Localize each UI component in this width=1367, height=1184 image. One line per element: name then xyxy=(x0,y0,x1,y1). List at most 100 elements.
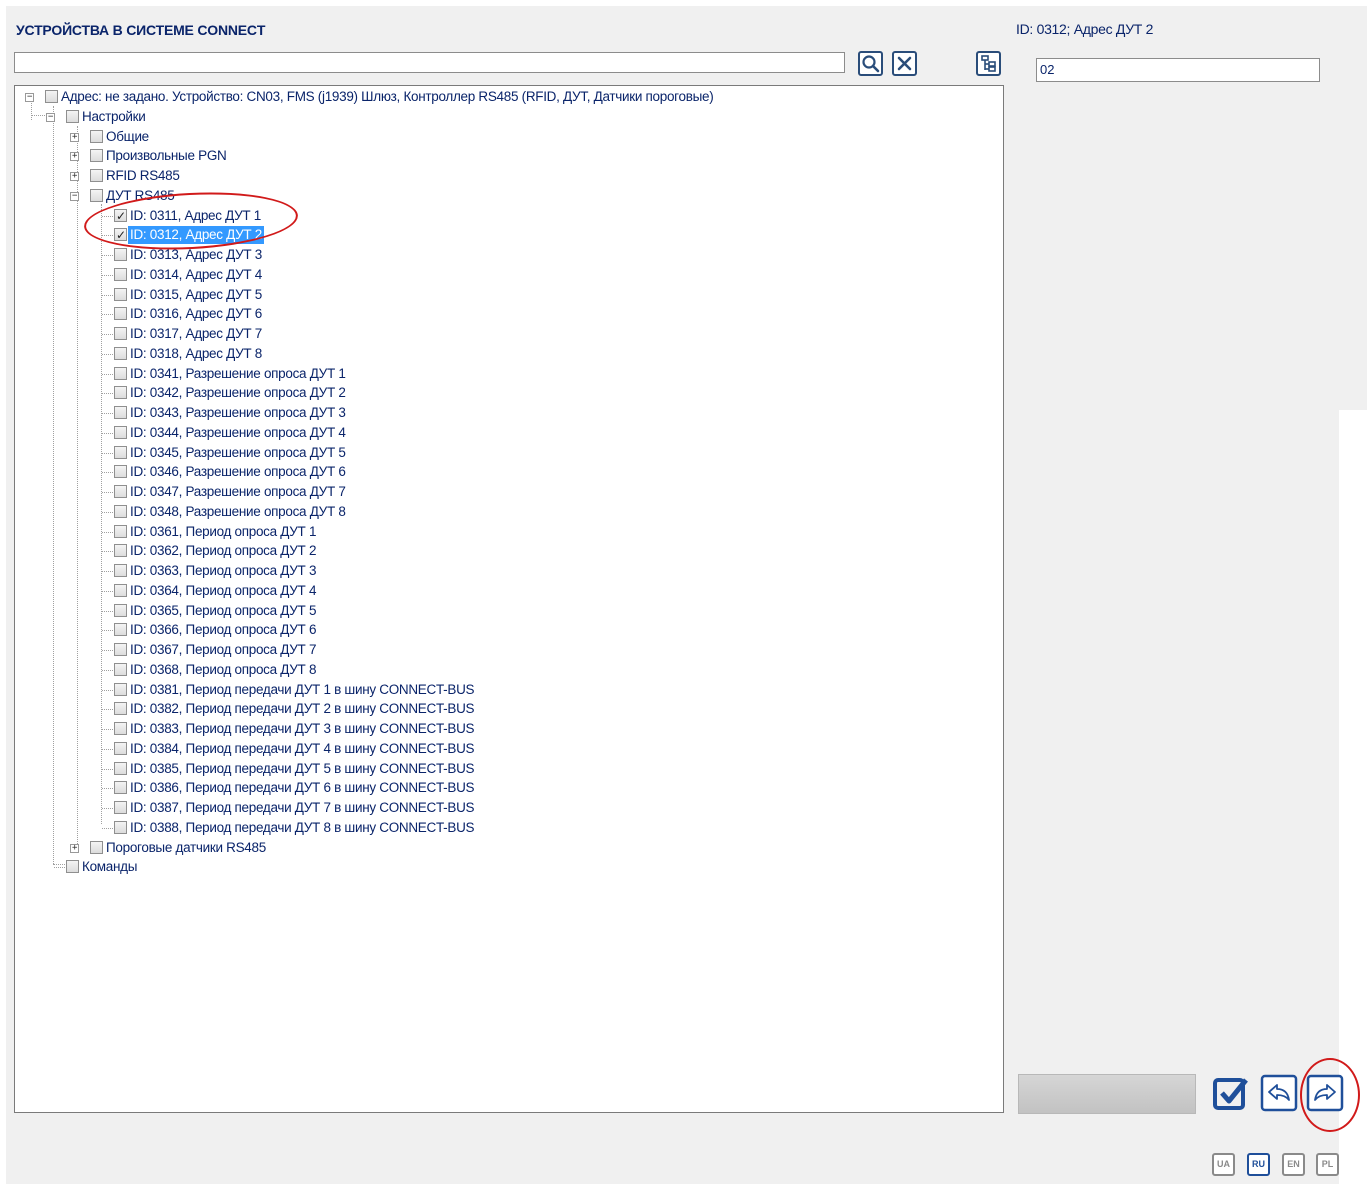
tree-node[interactable]: + Произвольные PGN xyxy=(15,147,1003,165)
tree-checkbox[interactable] xyxy=(90,129,103,143)
tree-item[interactable]: ID: 0363, Период опроса ДУТ 3 xyxy=(15,562,1003,580)
language-button-ru[interactable]: RU xyxy=(1247,1153,1270,1176)
tree-checkbox[interactable] xyxy=(114,248,127,261)
tree-item[interactable]: ID: 0381, Период передачи ДУТ 1 в шину C… xyxy=(15,681,1003,699)
tree-checkbox[interactable] xyxy=(114,643,127,656)
tree-item[interactable]: ID: 0368, Период опроса ДУТ 8 xyxy=(15,661,1003,679)
apply-button[interactable] xyxy=(1212,1074,1250,1112)
expand-toggle[interactable]: + xyxy=(70,152,79,162)
collapse-toggle[interactable]: − xyxy=(46,112,55,122)
parameter-value-field[interactable]: 02 xyxy=(1036,58,1320,82)
tree-node[interactable]: + Пороговые датчики RS485 xyxy=(15,839,1003,857)
tree-node[interactable]: − Адрес: не задано. Устройство: CN03, FMS… xyxy=(15,88,1003,106)
language-button-en[interactable]: EN xyxy=(1282,1153,1305,1176)
tree-item[interactable]: ID: 0345, Разрешение опроса ДУТ 5 xyxy=(15,444,1003,462)
tree-checkbox[interactable] xyxy=(114,287,127,301)
tree-item[interactable]: ID: 0388, Период передачи ДУТ 8 в шину C… xyxy=(15,819,1003,837)
tree-item[interactable]: ID: 0318, Адрес ДУТ 8 xyxy=(15,345,1003,363)
tree-checkbox[interactable] xyxy=(114,682,127,696)
tree-view-button[interactable] xyxy=(976,51,1001,76)
language-button-ua[interactable]: UA xyxy=(1212,1153,1235,1176)
search-button[interactable] xyxy=(858,51,883,76)
tree-checkbox[interactable] xyxy=(90,149,103,163)
tree-checkbox[interactable] xyxy=(114,327,127,340)
tree-item[interactable]: ID: 0366, Период опроса ДУТ 6 xyxy=(15,621,1003,639)
tree-item[interactable]: ID: 0361, Период опроса ДУТ 1 xyxy=(15,523,1003,541)
expand-toggle[interactable]: + xyxy=(70,843,79,853)
tree-checkbox[interactable] xyxy=(114,781,127,795)
tree-item[interactable]: ID: 0316, Адрес ДУТ 6 xyxy=(15,305,1003,323)
tree-item[interactable]: ID: 0313, Адрес ДУТ 3 xyxy=(15,246,1003,264)
tree-checkbox[interactable] xyxy=(90,188,103,202)
tree-checkbox[interactable] xyxy=(114,761,127,775)
collapse-toggle[interactable]: − xyxy=(25,93,34,102)
expand-toggle[interactable]: + xyxy=(70,172,79,181)
tree-item[interactable]: ID: 0341, Разрешение опроса ДУТ 1 xyxy=(15,365,1003,383)
tree-checkbox[interactable] xyxy=(114,267,127,281)
tree-item[interactable]: ID: 0383, Период передачи ДУТ 3 в шину C… xyxy=(15,720,1003,738)
collapse-toggle[interactable]: − xyxy=(70,191,79,201)
tree-item[interactable]: ID: 0362, Период опроса ДУТ 2 xyxy=(15,542,1003,560)
tree-item[interactable]: ID: 0312, Адрес ДУТ 2 xyxy=(15,226,1003,245)
tree-checkbox[interactable] xyxy=(90,840,103,854)
tree-item[interactable]: ID: 0367, Период опроса ДУТ 7 xyxy=(15,641,1003,659)
tree-item[interactable]: ID: 0364, Период опроса ДУТ 4 xyxy=(15,582,1003,600)
language-button-pl[interactable]: PL xyxy=(1316,1153,1339,1176)
tree-node[interactable]: + Общие xyxy=(15,128,1003,146)
tree-checkbox[interactable] xyxy=(45,90,58,103)
tree-checkbox[interactable] xyxy=(114,485,127,498)
tree-node[interactable]: − ДУТ RS485 xyxy=(15,187,1003,205)
tree-item[interactable]: ID: 0347, Разрешение опроса ДУТ 7 xyxy=(15,483,1003,501)
tree-checkbox[interactable] xyxy=(66,109,79,123)
tree-checkbox[interactable] xyxy=(114,307,127,321)
tree-checkbox[interactable] xyxy=(114,346,127,360)
tree-item[interactable]: ID: 0317, Адрес ДУТ 7 xyxy=(15,325,1003,343)
tree-checkbox[interactable] xyxy=(114,425,127,439)
tree-checkbox[interactable] xyxy=(114,366,127,380)
tree-checkbox[interactable] xyxy=(114,406,127,419)
tree-checkbox[interactable] xyxy=(114,741,127,755)
tree-checkbox[interactable] xyxy=(114,603,127,617)
tree-item[interactable]: ID: 0348, Разрешение опроса ДУТ 8 xyxy=(15,503,1003,521)
forward-button[interactable] xyxy=(1306,1074,1344,1112)
tree-checkbox[interactable] xyxy=(114,801,127,814)
tree-checkbox[interactable] xyxy=(114,207,127,225)
tree-checkbox[interactable] xyxy=(114,226,127,244)
tree-checkbox[interactable] xyxy=(114,544,127,558)
tree-item[interactable]: ID: 0387, Период передачи ДУТ 7 в шину C… xyxy=(15,799,1003,817)
tree-checkbox[interactable] xyxy=(114,524,127,538)
tree-checkbox[interactable] xyxy=(114,722,127,735)
tree-item[interactable]: ID: 0314, Адрес ДУТ 4 xyxy=(15,266,1003,284)
clear-search-button[interactable] xyxy=(892,51,917,76)
device-tree[interactable]: − Адрес: не задано. Устройство: CN03, FMS… xyxy=(14,85,1004,1113)
expand-toggle[interactable]: + xyxy=(70,132,79,142)
tree-checkbox[interactable] xyxy=(114,702,127,716)
tree-checkbox[interactable] xyxy=(114,662,127,676)
tree-item[interactable]: ID: 0382, Период передачи ДУТ 2 в шину C… xyxy=(15,700,1003,718)
tree-checkbox[interactable] xyxy=(66,860,79,874)
tree-item[interactable]: ID: 0386, Период передачи ДУТ 6 в шину C… xyxy=(15,779,1003,797)
tree-item[interactable]: ID: 0343, Разрешение опроса ДУТ 3 xyxy=(15,404,1003,422)
tree-item[interactable]: ID: 0342, Разрешение опроса ДУТ 2 xyxy=(15,384,1003,402)
tree-item[interactable]: ID: 0365, Период опроса ДУТ 5 xyxy=(15,602,1003,620)
tree-item[interactable]: ID: 0311, Адрес ДУТ 1 xyxy=(15,207,1003,225)
tree-checkbox[interactable] xyxy=(114,445,127,459)
tree-node[interactable]: Команды xyxy=(15,858,1003,876)
tree-checkbox[interactable] xyxy=(114,386,127,400)
tree-item[interactable]: ID: 0385, Период передачи ДУТ 5 в шину C… xyxy=(15,760,1003,778)
tree-item[interactable]: ID: 0384, Период передачи ДУТ 4 в шину C… xyxy=(15,740,1003,758)
tree-checkbox[interactable] xyxy=(114,583,127,597)
tree-item[interactable]: ID: 0344, Разрешение опроса ДУТ 4 xyxy=(15,424,1003,442)
tree-checkbox[interactable] xyxy=(114,564,127,577)
tree-item[interactable]: ID: 0315, Адрес ДУТ 5 xyxy=(15,286,1003,304)
tree-node[interactable]: + RFID RS485 xyxy=(15,167,1003,185)
tree-checkbox[interactable] xyxy=(90,169,103,182)
search-input[interactable] xyxy=(14,52,845,73)
tree-checkbox[interactable] xyxy=(114,820,127,834)
tree-node[interactable]: − Настройки xyxy=(15,108,1003,126)
tree-checkbox[interactable] xyxy=(114,465,127,479)
tree-item[interactable]: ID: 0346, Разрешение опроса ДУТ 6 xyxy=(15,463,1003,481)
tree-checkbox[interactable] xyxy=(114,504,127,518)
tree-checkbox[interactable] xyxy=(114,623,127,637)
back-button[interactable] xyxy=(1260,1074,1298,1112)
